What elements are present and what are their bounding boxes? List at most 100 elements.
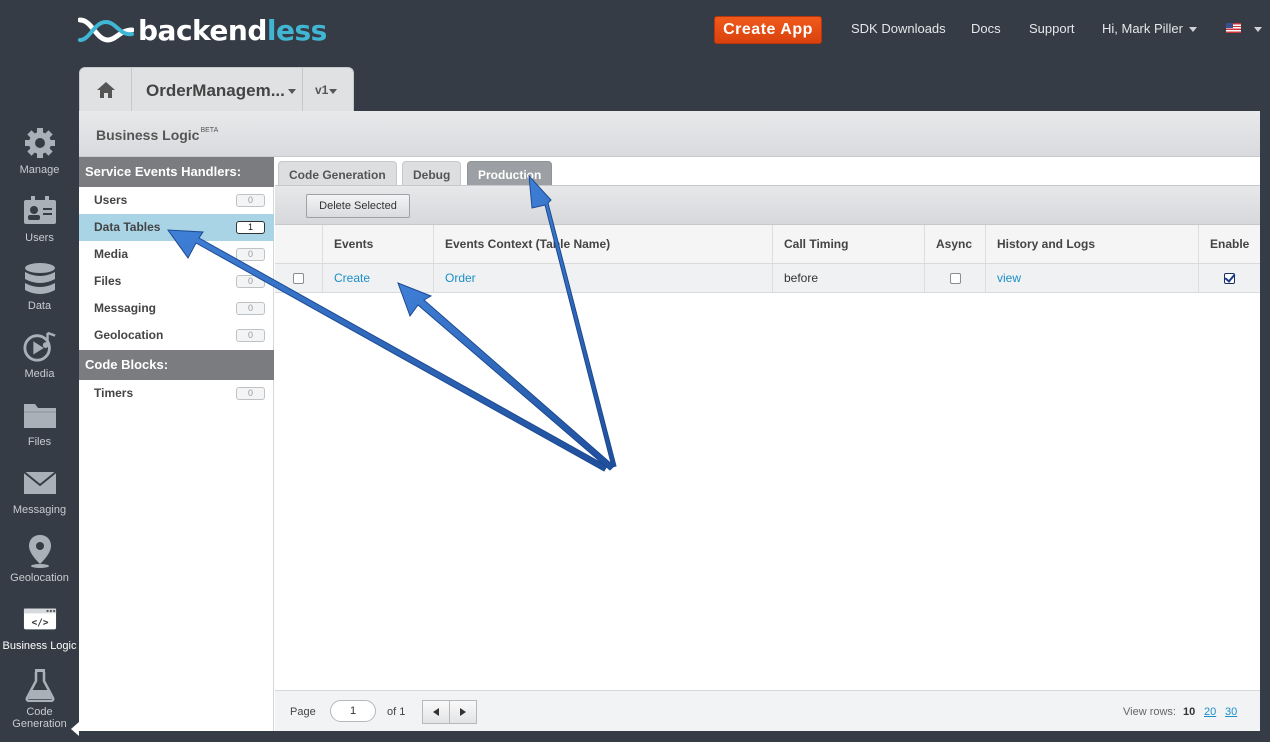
app-selector[interactable]: OrderManagem... <box>146 81 285 101</box>
event-handlers-sidebar: Service Events Handlers: Users 0 Data Tab… <box>79 157 274 731</box>
page-number-input[interactable]: 1 <box>330 700 376 722</box>
nav-manage[interactable]: Manage <box>0 112 79 180</box>
id-card-icon <box>23 194 57 228</box>
tab-production[interactable]: Production <box>467 161 553 185</box>
column-header-async: Async <box>925 225 986 263</box>
history-cell: view <box>986 264 1199 292</box>
nav-label: Media <box>24 368 55 380</box>
backendless-logo[interactable]: backendless <box>78 12 327 48</box>
sidebar-item-label: Users <box>94 193 128 207</box>
docs-link[interactable]: Docs <box>971 21 1001 36</box>
gear-icon <box>23 126 57 160</box>
main-panel: Business LogicBETA Service Events Handle… <box>79 111 1260 731</box>
nav-media[interactable]: Media <box>0 316 79 384</box>
select-all-cell <box>275 225 323 263</box>
sidebar-item-files[interactable]: Files 0 <box>79 268 274 295</box>
timing-cell: before <box>773 264 925 292</box>
async-cell <box>925 264 986 292</box>
nav-label: Files <box>27 436 52 448</box>
chevron-right-icon <box>460 708 466 716</box>
flask-icon <box>23 668 57 702</box>
tab-code-generation[interactable]: Code Generation <box>278 161 397 185</box>
service-events-header: Service Events Handlers: <box>79 157 274 187</box>
enable-checkbox[interactable] <box>1224 272 1235 284</box>
sidebar-item-users[interactable]: Users 0 <box>79 187 274 214</box>
page-header: Business LogicBETA <box>79 111 1260 157</box>
chevron-down-icon <box>329 89 337 94</box>
chevron-down-icon[interactable] <box>1254 27 1262 32</box>
play-note-icon <box>22 330 57 364</box>
nav-code-generation[interactable]: Code Generation <box>0 656 79 736</box>
view-rows-20[interactable]: 20 <box>1204 706 1216 718</box>
home-icon <box>96 82 115 98</box>
async-checkbox[interactable] <box>949 272 961 284</box>
user-menu[interactable]: Hi, Mark Piller <box>1102 21 1197 36</box>
envelope-icon <box>22 466 57 500</box>
toolbar: Delete Selected <box>275 185 1260 225</box>
nav-label: Messaging <box>12 504 67 516</box>
table-row: Create Order before view <box>275 264 1260 293</box>
view-logs-link[interactable]: view <box>997 271 1021 285</box>
nav-label: Manage <box>19 164 60 176</box>
create-app-button[interactable]: Create App <box>714 16 822 44</box>
view-rows-10[interactable]: 10 <box>1183 706 1195 718</box>
nav-geolocation[interactable]: Geolocation <box>0 520 79 588</box>
active-nav-pointer <box>71 722 79 736</box>
us-flag-icon[interactable] <box>1226 23 1241 33</box>
column-header-history: History and Logs <box>986 225 1199 263</box>
next-page-button[interactable] <box>449 700 477 724</box>
count-badge: 1 <box>236 221 265 234</box>
view-rows-30[interactable]: 30 <box>1225 706 1237 718</box>
prev-page-button[interactable] <box>422 700 450 724</box>
top-bar: backendless Create App SDK Downloads Doc… <box>0 0 1270 60</box>
sdk-downloads-link[interactable]: SDK Downloads <box>851 21 946 36</box>
sidebar-item-messaging[interactable]: Messaging 0 <box>79 295 274 322</box>
nav-business-logic[interactable]: </> Business Logic <box>0 588 79 656</box>
column-header-events: Events <box>323 225 434 263</box>
chevron-down-icon[interactable] <box>288 89 296 94</box>
sidebar-item-media[interactable]: Media 0 <box>79 241 274 268</box>
nav-label: Users <box>25 232 54 244</box>
home-tab[interactable] <box>80 68 132 112</box>
tab-debug[interactable]: Debug <box>402 161 462 185</box>
view-rows-label: View rows: <box>1123 706 1176 718</box>
support-link[interactable]: Support <box>1029 21 1075 36</box>
column-header-context: Events Context (Table Name) <box>434 225 773 263</box>
chevron-left-icon <box>433 708 439 716</box>
row-select-cell <box>275 264 323 292</box>
folder-icon <box>23 398 57 432</box>
logo-mark-icon <box>78 17 134 43</box>
page-title: Business LogicBETA <box>96 127 219 143</box>
event-link[interactable]: Create <box>334 271 370 285</box>
nav-users[interactable]: Users <box>0 180 79 248</box>
row-select-checkbox[interactable] <box>293 272 304 284</box>
logo-text: backendless <box>138 13 327 47</box>
nav-files[interactable]: Files <box>0 384 79 452</box>
nav-messaging[interactable]: Messaging <box>0 452 79 520</box>
beta-badge: BETA <box>200 127 219 134</box>
chevron-down-icon <box>1188 27 1197 33</box>
event-cell: Create <box>323 264 434 292</box>
database-icon <box>23 262 57 296</box>
column-header-call-timing: Call Timing <box>773 225 925 263</box>
sidebar-item-label: Geolocation <box>94 328 164 342</box>
sidebar-item-label: Messaging <box>94 301 157 315</box>
version-selector[interactable]: v1 <box>302 68 354 112</box>
sidebar-item-label: Files <box>94 274 122 288</box>
sidebar-item-timers[interactable]: Timers 0 <box>79 380 274 407</box>
count-badge: 0 <box>236 329 265 342</box>
context-cell: Order <box>434 264 773 292</box>
page-label: Page <box>290 706 316 718</box>
context-link[interactable]: Order <box>445 271 476 285</box>
user-greeting: Hi, Mark Piller <box>1102 21 1183 36</box>
page-total-label: of 1 <box>387 706 406 718</box>
sidebar-item-data-tables[interactable]: Data Tables 1 <box>79 214 274 241</box>
table-header-row: Events Events Context (Table Name) Call … <box>275 225 1260 264</box>
delete-selected-button[interactable]: Delete Selected <box>306 194 410 218</box>
count-badge: 0 <box>236 194 265 207</box>
nav-data[interactable]: Data <box>0 248 79 316</box>
enable-cell <box>1199 264 1260 292</box>
sidebar-item-geolocation[interactable]: Geolocation 0 <box>79 322 274 349</box>
column-header-enable: Enable <box>1210 237 1250 251</box>
sidebar-item-label: Media <box>94 247 129 261</box>
